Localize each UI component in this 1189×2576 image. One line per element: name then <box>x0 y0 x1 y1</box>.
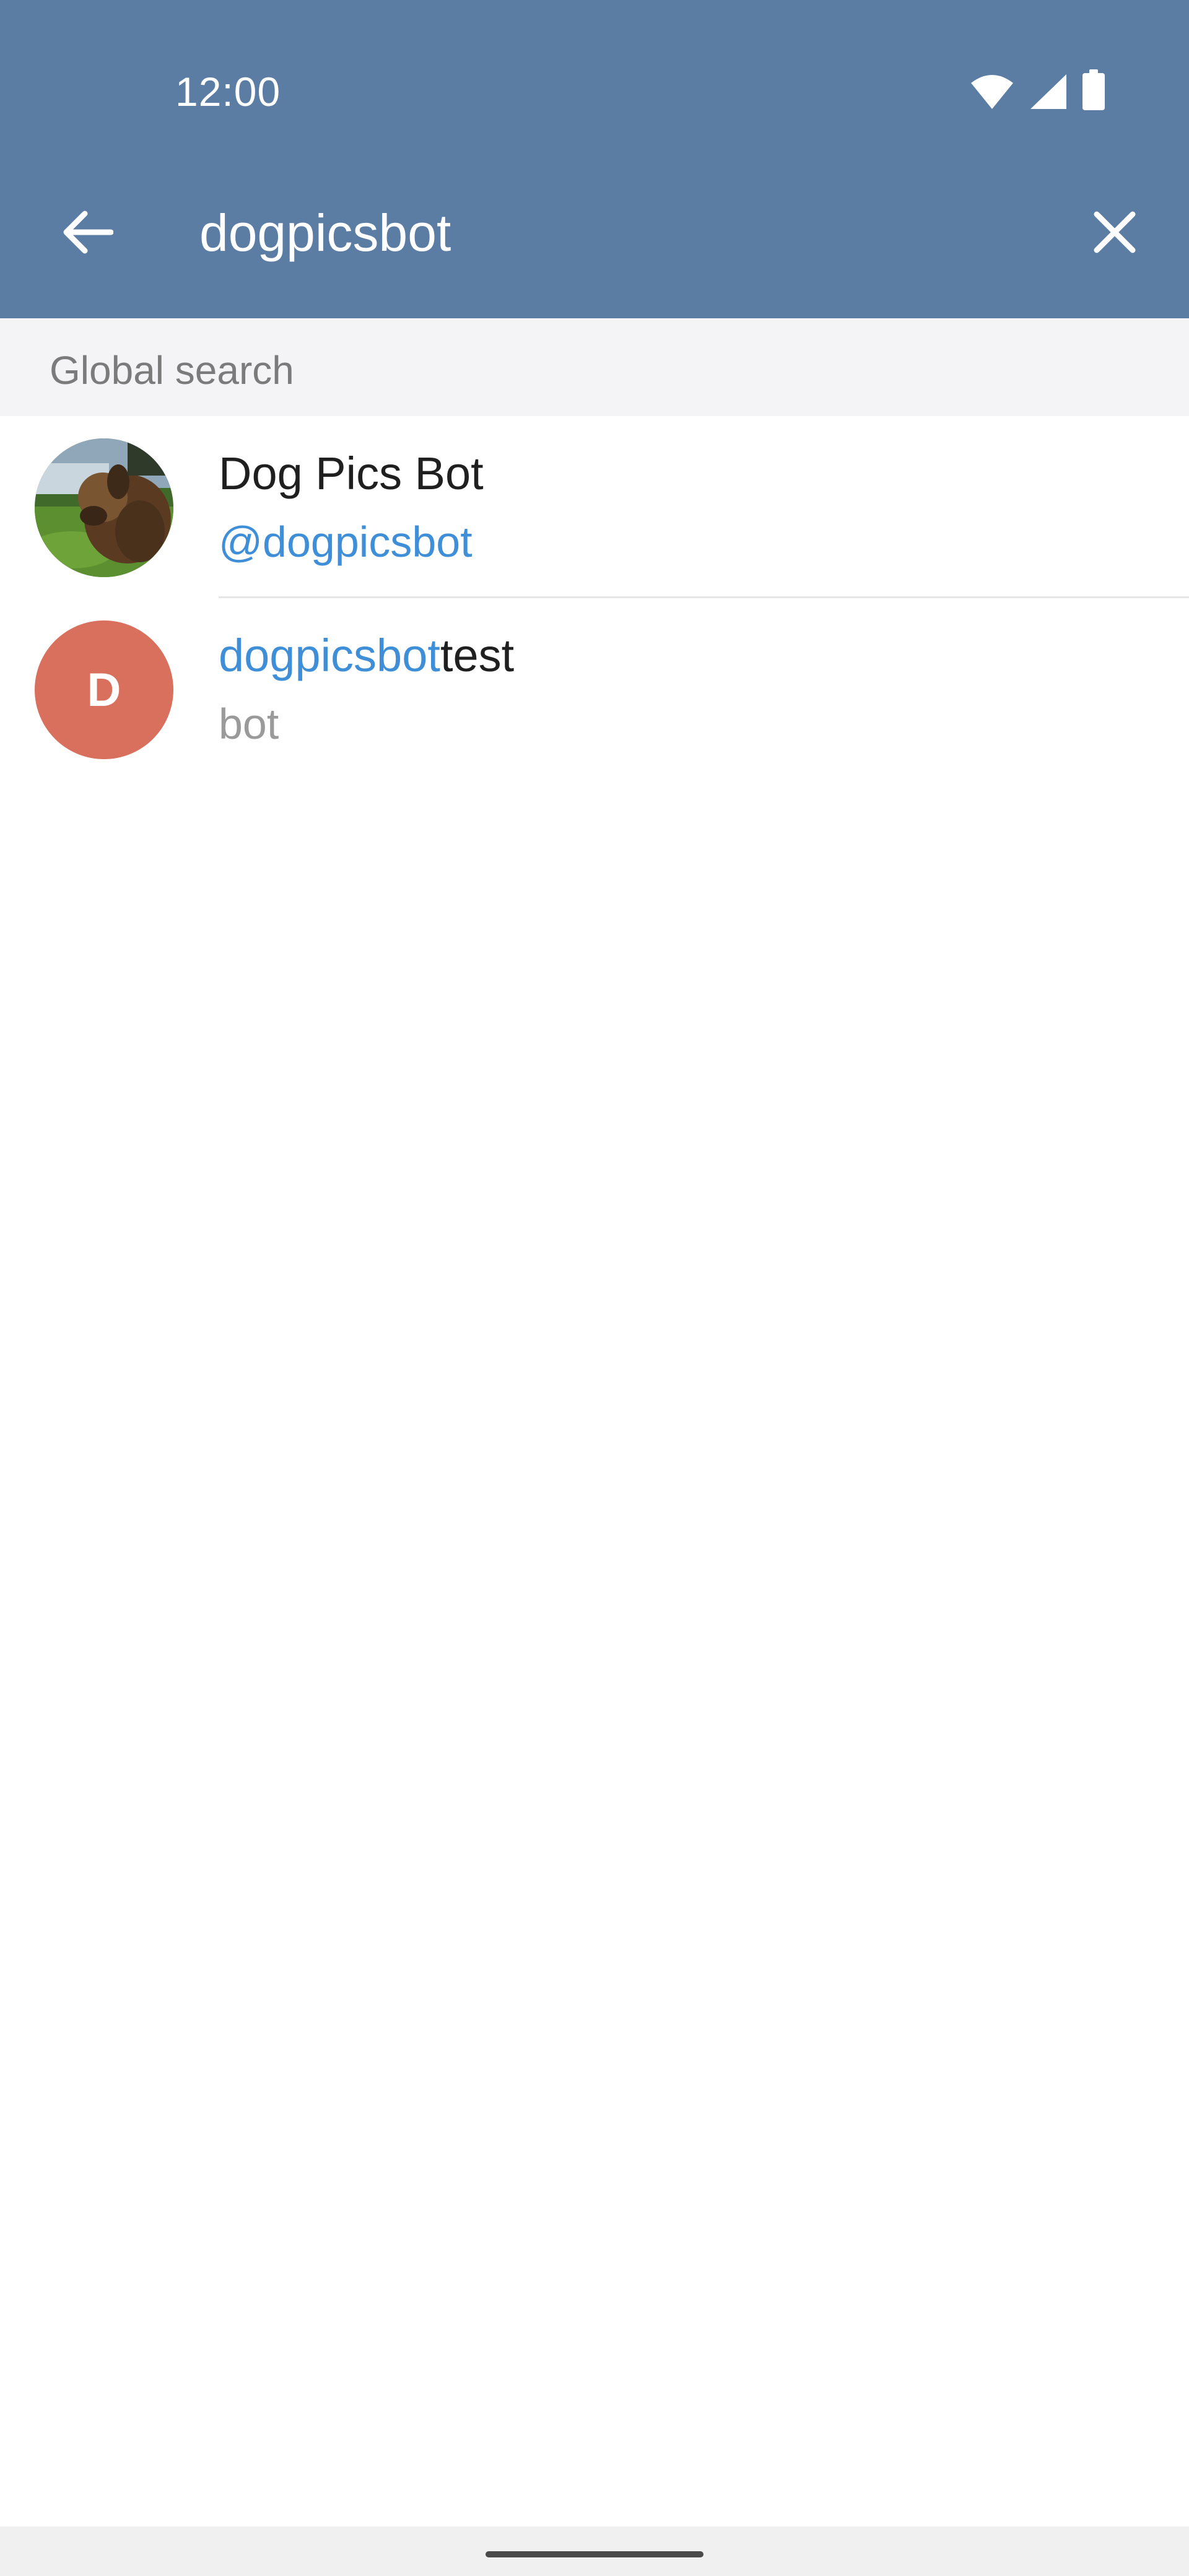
screen: 12:00 Global search <box>0 0 1189 2576</box>
result-title: Dog Pics Bot <box>219 448 484 499</box>
system-nav-bar <box>0 2526 1189 2576</box>
search-result-item[interactable]: D dogpicsbottest bot <box>0 598 1189 780</box>
dog-photo-image <box>35 438 173 577</box>
battery-icon <box>1082 69 1105 110</box>
result-title: dogpicsbottest <box>219 628 514 684</box>
search-result-item[interactable]: Dog Pics Bot @dogpicsbot <box>0 416 1189 598</box>
wifi-icon <box>971 75 1013 109</box>
result-title-highlight: dogpicsbot <box>219 630 440 681</box>
search-input[interactable] <box>199 198 1004 268</box>
status-icons <box>970 69 1105 110</box>
back-button[interactable] <box>47 192 128 272</box>
avatar-letter: D <box>87 663 121 716</box>
section-label: Global search <box>50 348 294 393</box>
dog-photo-avatar <box>35 438 173 577</box>
result-username: @dogpicsbot <box>219 518 473 566</box>
status-time: 12:00 <box>175 69 281 115</box>
result-title-rest: test <box>440 630 515 681</box>
arrow-left-icon <box>63 211 113 254</box>
app-header: 12:00 <box>0 0 1189 318</box>
home-gesture-handle[interactable] <box>486 2551 703 2557</box>
section-header: Global search <box>0 318 1189 416</box>
letter-avatar: D <box>35 620 173 759</box>
close-icon <box>1094 211 1136 253</box>
signal-icon <box>1030 74 1066 109</box>
clear-search-button[interactable] <box>1074 192 1155 272</box>
result-subtitle: bot <box>219 700 279 748</box>
